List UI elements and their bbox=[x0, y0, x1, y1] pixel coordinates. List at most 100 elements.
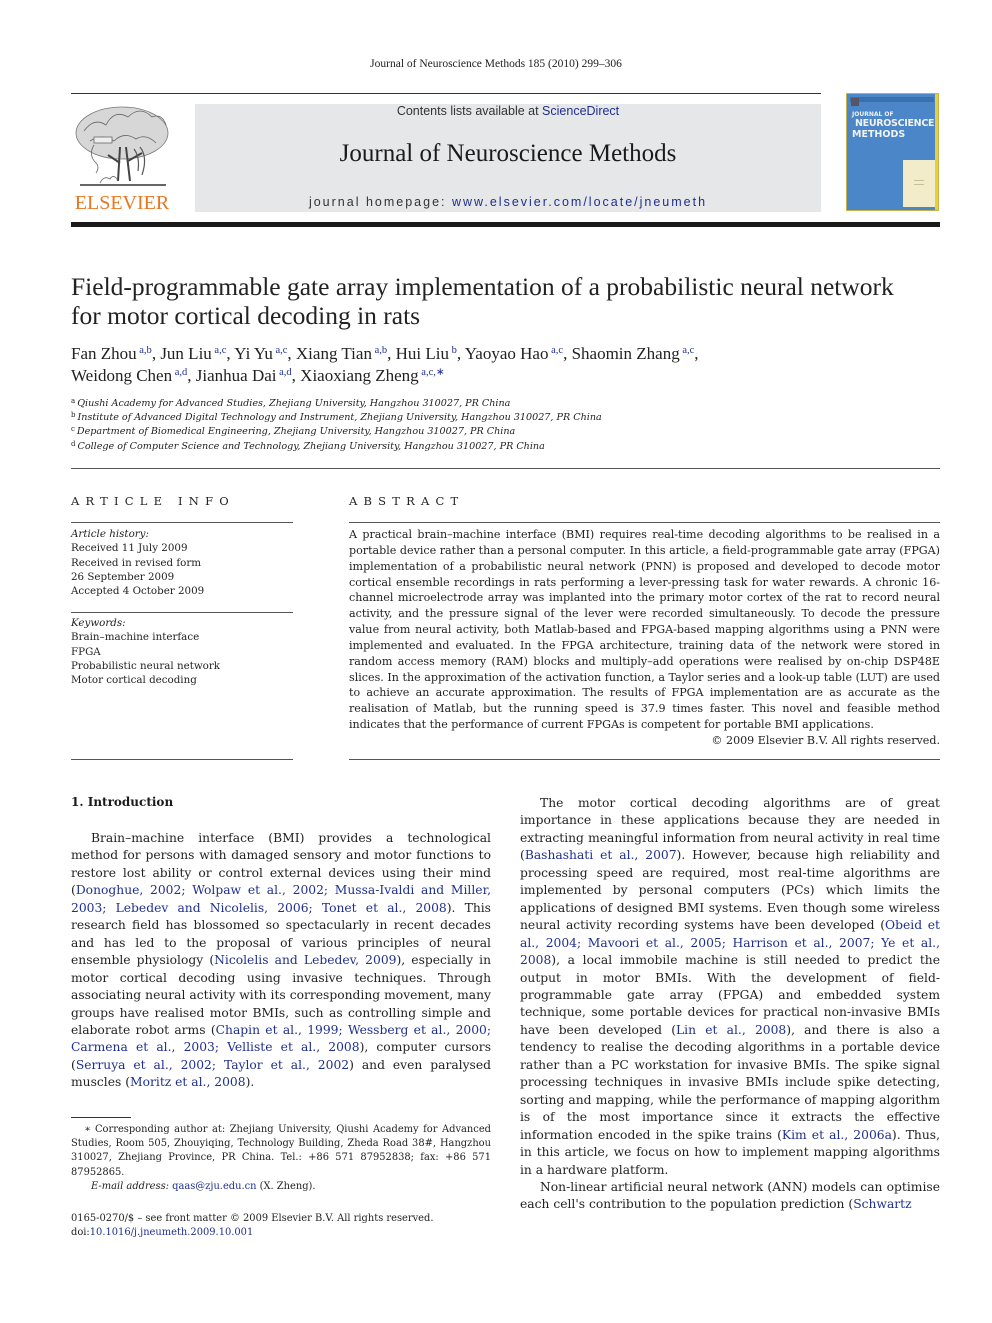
keyword-item: FPGA bbox=[71, 645, 101, 658]
homepage-prefix: journal homepage: bbox=[308, 195, 452, 209]
elsevier-wordmark: ELSEVIER bbox=[74, 192, 170, 214]
elsevier-logo[interactable]: ELSEVIER bbox=[70, 103, 174, 215]
affiliation-item: a Qiushi Academy for Advanced Studies, Zh… bbox=[71, 397, 771, 411]
abstract-copyright: © 2009 Elsevier B.V. All rights reserved… bbox=[711, 734, 940, 747]
body-column-left: Brain–machine interface (BMI) provides a… bbox=[71, 830, 491, 1092]
affiliation-text: Institute of Advanced Digital Technology… bbox=[77, 412, 602, 424]
keywords-rule bbox=[71, 612, 293, 613]
footnote-rule bbox=[71, 1117, 131, 1118]
abstract-heading: ABSTRACT bbox=[349, 494, 465, 508]
cover-line-3: METHODS bbox=[852, 129, 906, 140]
header-rule bbox=[71, 93, 821, 94]
author-name: Shaomin Zhang bbox=[571, 344, 680, 363]
citation-link[interactable]: Donoghue, 2002; Wolpaw et al., 2002; Mus… bbox=[71, 883, 491, 914]
affiliation-key: c bbox=[71, 425, 75, 434]
author-name: Weidong Chen bbox=[71, 366, 173, 385]
affiliation-key: d bbox=[71, 439, 76, 448]
corresponding-author-footnote: ∗ Corresponding author at: Zhejiang Unive… bbox=[71, 1123, 491, 1194]
journal-masthead: Contents lists available at ScienceDirec… bbox=[195, 104, 821, 212]
keyword-item: Brain–machine interface bbox=[71, 631, 200, 644]
cover-line-2: NEUROSCIENCE bbox=[855, 118, 935, 129]
affiliation-item: b Institute of Advanced Digital Technolog… bbox=[71, 411, 771, 425]
paragraph: Non-linear artificial neural network (AN… bbox=[520, 1179, 940, 1214]
doi-line: doi:10.1016/j.jneumeth.2009.10.001 bbox=[71, 1226, 511, 1240]
keywords: Keywords: Brain–machine interface FPGA P… bbox=[71, 616, 293, 687]
affiliation-list: a Qiushi Academy for Advanced Studies, Zh… bbox=[71, 397, 771, 454]
history-item: Received 11 July 2009 bbox=[71, 542, 188, 555]
cover-edge bbox=[935, 94, 938, 210]
email-label: E-mail address: bbox=[91, 1180, 169, 1192]
section-heading-introduction: 1. Introduction bbox=[71, 795, 174, 809]
author-list: Fan Zhou a,b, Jun Liu a,c, Yi Yu a,c, Xi… bbox=[71, 344, 699, 385]
affiliation-text: College of Computer Science and Technolo… bbox=[77, 440, 545, 452]
cover-emblem-icon bbox=[851, 98, 859, 106]
homepage-link[interactable]: www.elsevier.com/locate/jneumeth bbox=[452, 195, 707, 209]
citation-link[interactable]: Nicolelis and Lebedev, 2009 bbox=[214, 953, 396, 967]
doi-link[interactable]: 10.1016/j.jneumeth.2009.10.001 bbox=[90, 1227, 254, 1238]
author-affiliation-marker[interactable]: a,c bbox=[548, 345, 563, 356]
body-text: ). bbox=[245, 1075, 255, 1090]
title-line-2: for motor cortical decoding in rats bbox=[71, 301, 421, 330]
author-affiliation-marker[interactable]: a,b bbox=[137, 345, 152, 356]
title-divider bbox=[71, 468, 940, 469]
affiliation-key: b bbox=[71, 411, 76, 420]
tree-icon bbox=[75, 106, 169, 186]
citation-link[interactable]: Schwartz bbox=[853, 1197, 911, 1211]
citation-link[interactable]: Moritz et al., 2008 bbox=[130, 1075, 246, 1089]
journal-cover-thumbnail[interactable]: JOURNAL OF NEUROSCIENCE METHODS bbox=[846, 93, 939, 211]
front-matter: 0165-0270/$ – see front matter © 2009 El… bbox=[71, 1212, 511, 1240]
paragraph: The motor cortical decoding algorithms a… bbox=[520, 795, 940, 1179]
affiliation-item: c Department of Biomedical Engineering, Z… bbox=[71, 425, 771, 439]
body-column-right: The motor cortical decoding algorithms a… bbox=[520, 795, 940, 1214]
article-info-rule bbox=[71, 522, 293, 523]
affiliation-key: a bbox=[71, 397, 76, 405]
citation-link[interactable]: Serruya et al., 2002; Taylor et al., 200… bbox=[76, 1058, 349, 1072]
author-name: Hui Liu bbox=[395, 344, 449, 363]
contents-line: Contents lists available at ScienceDirec… bbox=[195, 104, 821, 118]
history-item: 26 September 2009 bbox=[71, 570, 175, 583]
abstract-bottom-rule bbox=[349, 759, 940, 760]
author-name: Fan Zhou bbox=[71, 344, 137, 363]
paragraph: Brain–machine interface (BMI) provides a… bbox=[71, 830, 491, 1092]
footnote-body: Corresponding author at: Zhejiang Univer… bbox=[71, 1124, 491, 1178]
author-affiliation-marker[interactable]: a,c bbox=[273, 345, 287, 356]
keyword-item: Probabilistic neural network bbox=[71, 659, 221, 672]
doi-prefix: doi: bbox=[71, 1227, 90, 1239]
keyword-item: Motor cortical decoding bbox=[71, 674, 197, 687]
author-affiliation-marker[interactable]: a,d bbox=[277, 367, 292, 378]
cover-strip bbox=[850, 97, 934, 102]
history-item: Received in revised form bbox=[71, 556, 202, 569]
article-history: Article history: Received 11 July 2009 R… bbox=[71, 527, 293, 598]
cover-line-1: JOURNAL OF bbox=[852, 111, 894, 118]
author-name: Jun Liu bbox=[160, 344, 212, 363]
masthead-divider bbox=[71, 222, 940, 227]
history-item: Accepted 4 October 2009 bbox=[71, 585, 205, 598]
author-affiliation-marker[interactable]: a,c bbox=[680, 345, 694, 356]
author-affiliation-marker[interactable]: b bbox=[449, 345, 457, 356]
author-affiliation-marker[interactable]: a,b bbox=[372, 345, 388, 356]
author-name: Xiaoxiang Zheng bbox=[300, 366, 419, 385]
author-affiliation-marker[interactable]: a,c,∗ bbox=[419, 367, 444, 378]
author-name: Yi Yu bbox=[234, 344, 273, 363]
journal-title: Journal of Neuroscience Methods bbox=[339, 140, 677, 167]
article-info-bottom-rule bbox=[71, 759, 293, 760]
author-name: Jianhua Dai bbox=[195, 366, 277, 385]
author-affiliation-marker[interactable]: a,c bbox=[212, 345, 226, 356]
article-info-heading: ARTICLE INFO bbox=[71, 494, 235, 508]
history-label: Article history: bbox=[71, 528, 149, 540]
footnote-text: ∗ Corresponding author at: Zhejiang Unive… bbox=[71, 1123, 491, 1180]
citation-link[interactable]: Lin et al., 2008 bbox=[676, 1023, 786, 1037]
citation-link[interactable]: Bashashati et al., 2007 bbox=[525, 848, 677, 862]
citation-link[interactable]: Kim et al., 2006a bbox=[782, 1128, 892, 1142]
issn-line: 0165-0270/$ – see front matter © 2009 El… bbox=[71, 1213, 434, 1224]
email-link[interactable]: qaas@zju.edu.cn bbox=[172, 1181, 256, 1192]
contents-prefix: Contents lists available at bbox=[396, 104, 543, 118]
author-name: Xiang Tian bbox=[295, 344, 372, 363]
author-affiliation-marker[interactable]: a,d bbox=[172, 367, 188, 378]
abstract-rule bbox=[349, 522, 940, 523]
author-name: Yaoyao Hao bbox=[464, 344, 549, 363]
sciencedirect-link[interactable]: ScienceDirect bbox=[542, 104, 619, 118]
body-text: ), and there is also a tendency to reali… bbox=[520, 1022, 941, 1142]
title-line-1: Field-programmable gate array implementa… bbox=[71, 272, 894, 301]
abstract-text: A practical brain–machine interface (BMI… bbox=[349, 528, 940, 732]
